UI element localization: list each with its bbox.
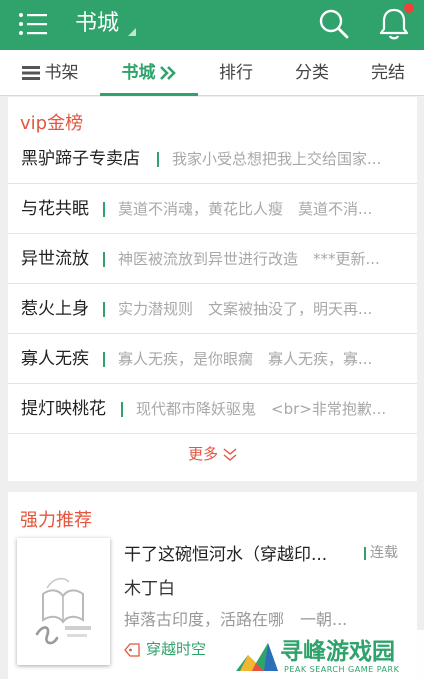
book-desc: 实力潜规则 文案被抽没了，明天再...: [118, 300, 373, 318]
book-desc: 莫道不消魂，黄花比人瘦 莫道不消...: [118, 200, 373, 218]
book-name: 提灯映桃花: [21, 399, 106, 419]
double-chevron-down-icon: [223, 447, 237, 461]
tab-label: 排行: [219, 63, 253, 83]
book-desc: 寡人无疾，是你眼瘸 寡人无疾，寡...: [118, 350, 373, 368]
list-item[interactable]: 黑驴蹄子专卖店 我家小受总想把我上交给国家...: [8, 134, 417, 184]
book-desc: 神医被流放到异世进行改造 ***更新...: [118, 250, 380, 268]
top-app-bar: 书城: [0, 0, 424, 50]
list-item[interactable]: 异世流放 神医被流放到异世进行改造 ***更新...: [8, 234, 417, 284]
book-name: 黑驴蹄子专卖店: [21, 149, 140, 169]
watermark-name: 寻峰游戏园: [280, 639, 395, 665]
tag-label: 穿越时空: [146, 640, 207, 658]
tab-category[interactable]: 分类: [274, 50, 350, 96]
active-tab-indicator: [100, 93, 198, 96]
book-desc: 我家小受总想把我上交给国家...: [172, 150, 382, 168]
divider: [103, 302, 105, 317]
tab-finished[interactable]: 完结: [350, 50, 424, 96]
mountain-logo-icon: [236, 643, 278, 671]
list-item[interactable]: 惹火上身 实力潜规则 文案被抽没了，明天再...: [8, 284, 417, 334]
divider: [157, 152, 159, 167]
tag-icon: [124, 642, 140, 657]
book-name: 寡人无疾: [21, 349, 89, 369]
list-item[interactable]: 与花共眠 莫道不消魂，黄花比人瘦 莫道不消...: [8, 184, 417, 234]
book-name: 惹火上身: [21, 299, 89, 319]
title-dropdown-indicator: [128, 28, 136, 36]
more-button[interactable]: 更多: [8, 443, 417, 464]
status-label: 连载: [370, 545, 398, 561]
search-icon[interactable]: [318, 8, 350, 40]
tab-label: 书架: [44, 63, 79, 83]
tab-label: 分类: [295, 63, 329, 83]
book-desc: 现代都市降妖驱鬼 <br>非常抱歉...: [136, 400, 387, 418]
book-name: 与花共眠: [21, 199, 89, 219]
tab-bar: 书架 书城 排行 分类 完结: [0, 50, 424, 96]
tab-ranking[interactable]: 排行: [198, 50, 274, 96]
site-watermark: 寻峰游戏园 PEAK SEARCH GAME PARK: [232, 630, 424, 679]
tab-label: 完结: [371, 63, 405, 83]
notification-dot: [404, 3, 414, 13]
tab-bookshelf[interactable]: 书架: [0, 50, 100, 96]
genre-tag[interactable]: 穿越时空: [124, 638, 206, 659]
publisher-logo-image: [35, 577, 91, 645]
status-badge: 连载: [364, 542, 398, 562]
divider: [103, 252, 105, 267]
page-title[interactable]: 书城: [75, 9, 119, 39]
watermark-sub: PEAK SEARCH GAME PARK: [284, 665, 400, 674]
double-chevron-right-icon: [159, 66, 176, 80]
divider: [103, 202, 105, 217]
list-item[interactable]: 寡人无疾 寡人无疾，是你眼瘸 寡人无疾，寡...: [8, 334, 417, 384]
book-name: 异世流放: [21, 249, 89, 269]
section-title: vip金榜: [20, 113, 84, 134]
divider: [121, 402, 123, 417]
bookshelf-icon: [21, 66, 40, 80]
list-menu-icon[interactable]: [18, 11, 48, 37]
section-title: 强力推荐: [20, 510, 92, 531]
book-cover[interactable]: [17, 538, 110, 665]
tab-bookstore[interactable]: 书城: [100, 50, 198, 96]
vip-section: vip金榜 黑驴蹄子专卖店 我家小受总想把我上交给国家... 与花共眠 莫道不消…: [8, 97, 417, 481]
list-item[interactable]: 提灯映桃花 现代都市降妖驱鬼 <br>非常抱歉...: [8, 384, 417, 434]
divider: [103, 352, 105, 367]
book-author: 木丁白: [124, 579, 175, 599]
divider: [364, 546, 366, 560]
tab-label: 书城: [121, 63, 156, 83]
more-label: 更多: [188, 445, 219, 463]
book-title[interactable]: 干了这碗恒河水（穿越印...: [124, 540, 327, 565]
book-intro: 掉落古印度，活路在哪 一朝...: [124, 610, 348, 629]
